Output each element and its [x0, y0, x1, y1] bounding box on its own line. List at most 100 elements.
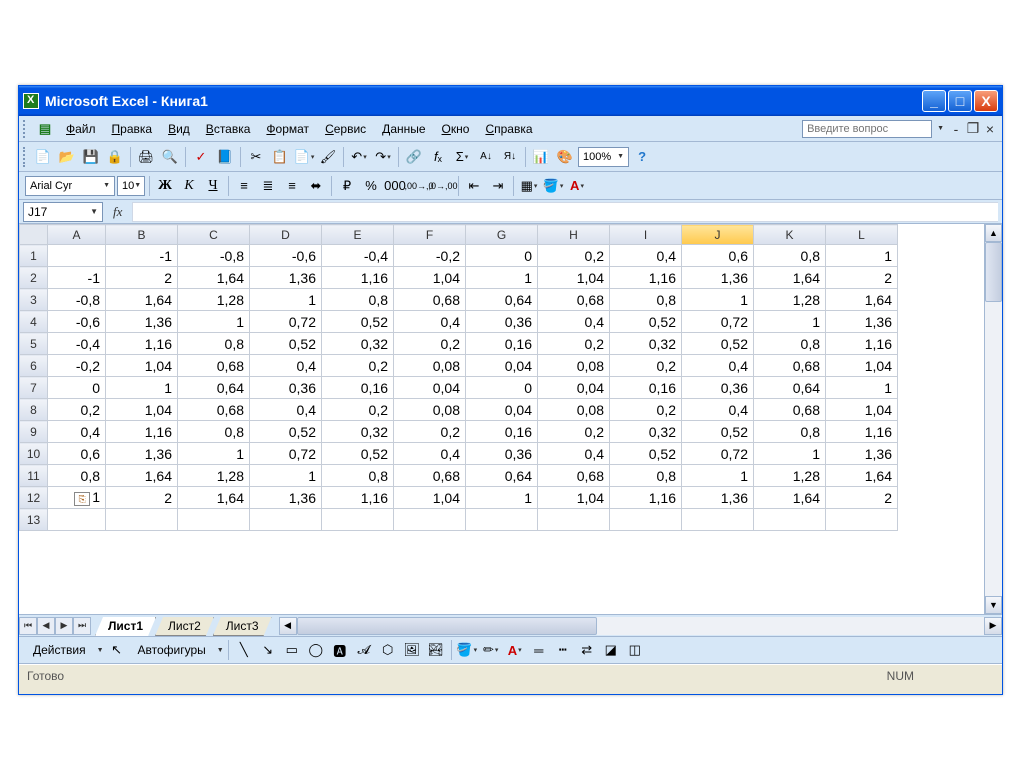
- cell[interactable]: 0,32: [322, 421, 394, 443]
- scroll-right-icon[interactable]: ▶: [984, 617, 1002, 635]
- toolbar-grip-icon[interactable]: [23, 120, 28, 138]
- row-header-9[interactable]: 9: [20, 421, 48, 443]
- cell[interactable]: 2: [106, 487, 178, 509]
- research-icon[interactable]: 📘: [214, 146, 236, 168]
- cell[interactable]: 0: [466, 377, 538, 399]
- rectangle-icon[interactable]: ▭: [281, 639, 303, 661]
- tab-next-icon[interactable]: ▶: [55, 617, 73, 635]
- cell[interactable]: [610, 509, 682, 531]
- scroll-left-icon[interactable]: ◀: [279, 617, 297, 635]
- cell[interactable]: [754, 509, 826, 531]
- cell[interactable]: 1,36: [826, 311, 898, 333]
- fill-color-icon[interactable]: 🪣▾: [542, 175, 564, 197]
- cell[interactable]: 0,2: [322, 399, 394, 421]
- cell[interactable]: 0,68: [538, 289, 610, 311]
- menu-сервис[interactable]: Сервис: [317, 119, 374, 139]
- align-left-icon[interactable]: ≡: [233, 175, 255, 197]
- cell[interactable]: 0,72: [250, 311, 322, 333]
- col-header-E[interactable]: E: [322, 225, 394, 245]
- cell[interactable]: [322, 509, 394, 531]
- cell[interactable]: 1,16: [322, 267, 394, 289]
- cell[interactable]: 1,36: [250, 487, 322, 509]
- cell[interactable]: 0,52: [250, 421, 322, 443]
- cell[interactable]: [466, 509, 538, 531]
- cell[interactable]: -0,2: [48, 355, 106, 377]
- cell[interactable]: [826, 509, 898, 531]
- merge-center-icon[interactable]: ⬌: [305, 175, 327, 197]
- cell[interactable]: -1: [106, 245, 178, 267]
- cell[interactable]: 0,16: [610, 377, 682, 399]
- vscroll-thumb[interactable]: [985, 242, 1002, 302]
- cell[interactable]: 0,68: [754, 355, 826, 377]
- drawing-icon[interactable]: 🎨: [554, 146, 576, 168]
- cell[interactable]: 0,4: [610, 245, 682, 267]
- row-header-1[interactable]: 1: [20, 245, 48, 267]
- cell[interactable]: 0,6: [682, 245, 754, 267]
- italic-button[interactable]: К: [178, 175, 200, 197]
- align-right-icon[interactable]: ≡: [281, 175, 303, 197]
- select-all-corner[interactable]: [20, 225, 48, 245]
- cell[interactable]: 0,04: [394, 377, 466, 399]
- cell[interactable]: 1,04: [538, 487, 610, 509]
- menu-файл[interactable]: Файл: [58, 119, 104, 139]
- cell[interactable]: [48, 245, 106, 267]
- cell[interactable]: 0,2: [394, 421, 466, 443]
- col-header-F[interactable]: F: [394, 225, 466, 245]
- cell[interactable]: 0,64: [178, 377, 250, 399]
- cell[interactable]: -0,4: [48, 333, 106, 355]
- cell[interactable]: 0,52: [322, 443, 394, 465]
- row-header-3[interactable]: 3: [20, 289, 48, 311]
- cell[interactable]: 0,8: [178, 421, 250, 443]
- clipart-icon[interactable]: 🖼: [401, 639, 423, 661]
- row-header-13[interactable]: 13: [20, 509, 48, 531]
- print-preview-icon[interactable]: 🔍: [159, 146, 181, 168]
- row-header-7[interactable]: 7: [20, 377, 48, 399]
- align-center-icon[interactable]: ≣: [257, 175, 279, 197]
- help-icon[interactable]: ?: [631, 146, 653, 168]
- cell[interactable]: [48, 509, 106, 531]
- cell[interactable]: 0,4: [682, 399, 754, 421]
- cell[interactable]: 1: [826, 245, 898, 267]
- close-button[interactable]: X: [974, 90, 998, 112]
- cell[interactable]: 0,8: [322, 289, 394, 311]
- cell[interactable]: 1,36: [250, 267, 322, 289]
- cell[interactable]: 0,68: [538, 465, 610, 487]
- cell[interactable]: 1,36: [826, 443, 898, 465]
- chart-wizard-icon[interactable]: 📊: [530, 146, 552, 168]
- col-header-I[interactable]: I: [610, 225, 682, 245]
- cell[interactable]: 0,8: [610, 465, 682, 487]
- cell[interactable]: 0,2: [538, 421, 610, 443]
- cell[interactable]: 0,2: [610, 355, 682, 377]
- row-header-8[interactable]: 8: [20, 399, 48, 421]
- arrow-icon[interactable]: ↘: [257, 639, 279, 661]
- line-color-icon[interactable]: ✏▾: [480, 639, 502, 661]
- cell[interactable]: 2: [826, 267, 898, 289]
- cell[interactable]: 0,68: [178, 355, 250, 377]
- col-header-K[interactable]: K: [754, 225, 826, 245]
- doc-restore-button[interactable]: ❐: [965, 122, 981, 136]
- cell[interactable]: 1,28: [178, 465, 250, 487]
- increase-decimal-icon[interactable]: ,00→,0: [408, 175, 430, 197]
- doc-close-button[interactable]: ×: [982, 122, 998, 136]
- cell[interactable]: 0,68: [394, 465, 466, 487]
- percent-icon[interactable]: %: [360, 175, 382, 197]
- cell[interactable]: 0,04: [466, 399, 538, 421]
- excel-small-icon[interactable]: ▤: [34, 118, 56, 140]
- sort-asc-icon[interactable]: A↓: [475, 146, 497, 168]
- cell[interactable]: 1,64: [754, 487, 826, 509]
- sheet-tab-Лист1[interactable]: Лист1: [95, 617, 156, 636]
- minimize-button[interactable]: _: [922, 90, 946, 112]
- increase-indent-icon[interactable]: ⇥: [487, 175, 509, 197]
- cell[interactable]: 0,4: [394, 311, 466, 333]
- cell[interactable]: 1,16: [610, 267, 682, 289]
- cell[interactable]: 0,72: [682, 311, 754, 333]
- cell[interactable]: 1,04: [394, 487, 466, 509]
- decrease-indent-icon[interactable]: ⇤: [463, 175, 485, 197]
- currency-icon[interactable]: ₽: [336, 175, 358, 197]
- cell[interactable]: 2: [826, 487, 898, 509]
- cell[interactable]: -0,4: [322, 245, 394, 267]
- cell[interactable]: 1: [826, 377, 898, 399]
- row-header-11[interactable]: 11: [20, 465, 48, 487]
- cell[interactable]: 0,52: [682, 333, 754, 355]
- cell[interactable]: 1,36: [682, 267, 754, 289]
